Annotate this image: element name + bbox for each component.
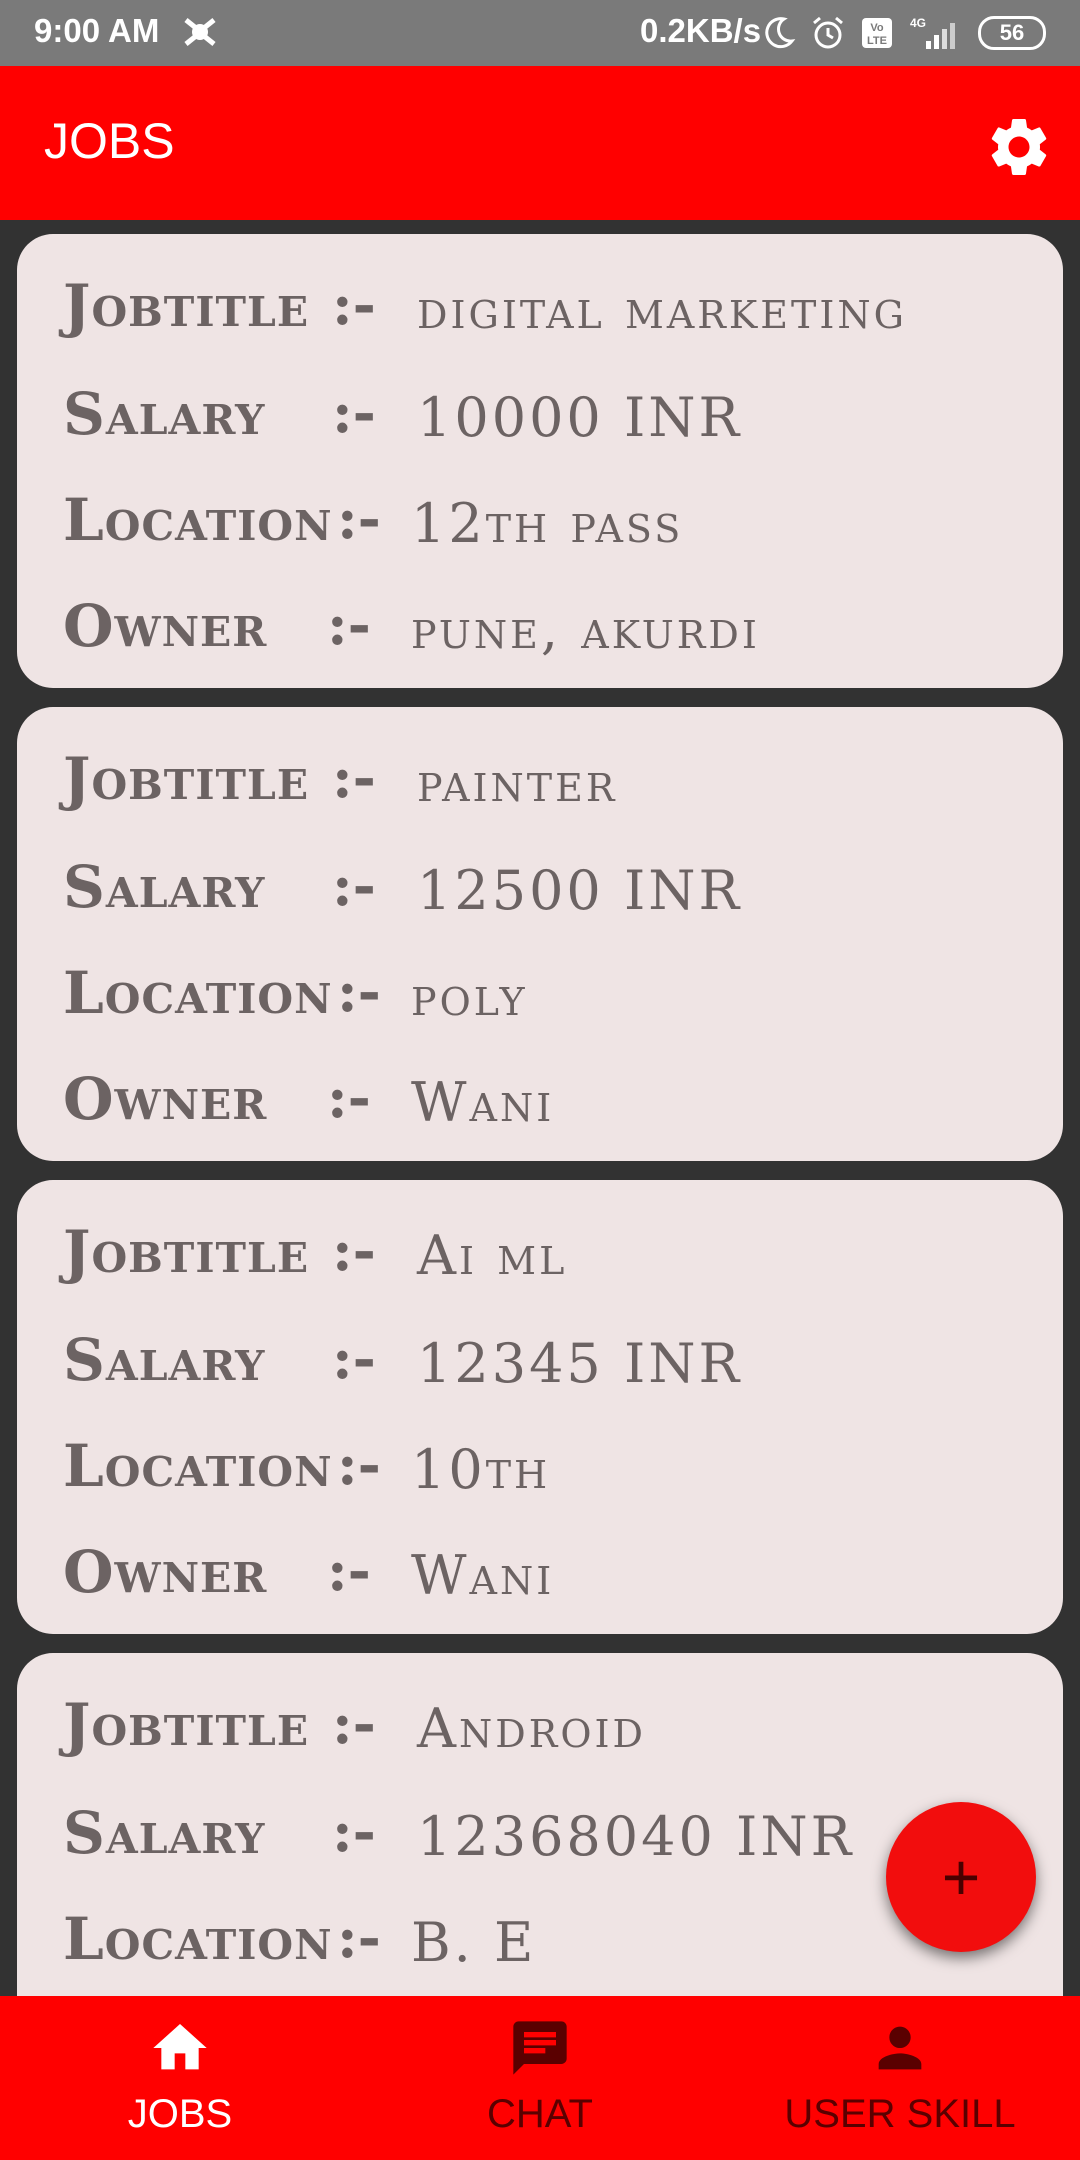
network-speed: 0.2KB/s	[640, 12, 762, 49]
app-bar: JOBS	[0, 66, 1080, 220]
jobtitle-label: Jobtitle	[63, 272, 310, 340]
settings-gear-icon[interactable]	[984, 112, 1054, 182]
signal-icon: 4G	[910, 16, 955, 49]
jobtitle-label: Jobtitle	[63, 1691, 310, 1759]
separator: :-	[332, 853, 376, 919]
separator: :-	[332, 1218, 376, 1284]
job-card[interactable]: Jobtitle :- painter Salary :- 12500 INR …	[17, 707, 1063, 1161]
separator: :-	[332, 380, 376, 446]
separator: :-	[332, 1326, 376, 1392]
owner-value: pune, akurdi	[411, 598, 760, 661]
salary-label: Salary	[63, 853, 266, 921]
location-value: B. E	[411, 1911, 537, 1974]
salary-value: 12368040 INR	[417, 1805, 855, 1868]
job-card[interactable]: Jobtitle :- digital marketing Salary :- …	[17, 234, 1063, 688]
separator: :-	[332, 745, 376, 811]
owner-label: Owner	[63, 1065, 268, 1133]
nav-item-chat[interactable]: CHAT	[420, 1996, 660, 2160]
location-value: poly	[411, 965, 528, 1028]
separator: :-	[327, 1065, 371, 1131]
battery-level: 56	[999, 20, 1025, 45]
separator: :-	[327, 1538, 371, 1604]
status-bar: 9:00 AM 0.2KB/s Vo LTE 4G 56	[0, 0, 1080, 66]
job-card[interactable]: Jobtitle :- Ai ml Salary :- 12345 INR Lo…	[17, 1180, 1063, 1634]
separator: :-	[337, 486, 381, 552]
alarm-icon	[813, 16, 843, 49]
plus-icon: +	[941, 1840, 981, 1914]
location-label: Location	[63, 486, 333, 554]
owner-value: Wani	[411, 1544, 555, 1607]
salary-label: Salary	[63, 1799, 266, 1867]
jobtitle-value: painter	[417, 751, 618, 814]
jobtitle-value: Android	[417, 1697, 646, 1760]
location-value: 12th pass	[411, 492, 684, 555]
battery-indicator: 56	[978, 16, 1046, 50]
salary-value: 12500 INR	[417, 859, 743, 922]
network-type: 4G	[910, 16, 926, 30]
separator: :-	[327, 592, 371, 658]
home-icon	[153, 2024, 207, 2070]
separator: :-	[337, 1905, 381, 1971]
moon-icon	[765, 17, 796, 49]
salary-value: 10000 INR	[417, 386, 743, 449]
salary-label: Salary	[63, 380, 266, 448]
owner-label: Owner	[63, 1538, 268, 1606]
separator: :-	[332, 272, 376, 338]
salary-value: 12345 INR	[417, 1332, 743, 1395]
separator: :-	[337, 959, 381, 1025]
location-label: Location	[63, 959, 333, 1027]
location-value: 10th	[411, 1438, 551, 1501]
jobtitle-value: Ai ml	[417, 1224, 568, 1287]
jobs-list[interactable]: Jobtitle :- digital marketing Salary :- …	[0, 220, 1080, 1996]
add-job-button[interactable]: +	[886, 1802, 1036, 1952]
nav-label-user-skill: USER SKILL	[784, 2092, 1016, 2136]
person-icon	[878, 2026, 922, 2070]
owner-label: Owner	[63, 592, 268, 660]
status-time: 9:00 AM	[34, 12, 160, 49]
separator: :-	[337, 1432, 381, 1498]
nav-label-chat: CHAT	[487, 2092, 593, 2136]
location-label: Location	[63, 1432, 333, 1500]
jobtitle-label: Jobtitle	[63, 1218, 310, 1286]
nav-label-jobs: JOBS	[127, 2092, 233, 2136]
separator: :-	[332, 1799, 376, 1865]
svg-text:Vo: Vo	[870, 22, 884, 34]
salary-label: Salary	[63, 1326, 266, 1394]
volte-icon: Vo LTE	[862, 18, 892, 48]
location-label: Location	[63, 1905, 333, 1973]
separator: :-	[332, 1691, 376, 1757]
nav-item-user-skill[interactable]: USER SKILL	[760, 1996, 1040, 2160]
owner-value: Wani	[411, 1071, 555, 1134]
page-title: JOBS	[44, 113, 175, 169]
svg-text:LTE: LTE	[867, 35, 887, 47]
nav-item-jobs[interactable]: JOBS	[60, 1996, 300, 2160]
status-icons: Vo LTE 4G 56	[760, 12, 1046, 54]
chat-icon	[513, 2021, 567, 2075]
jobtitle-value: digital marketing	[417, 278, 908, 341]
jobtitle-label: Jobtitle	[63, 745, 310, 813]
notification-app-icon	[184, 18, 216, 46]
bottom-navigation: JOBS CHAT USER SKILL	[0, 1996, 1080, 2160]
